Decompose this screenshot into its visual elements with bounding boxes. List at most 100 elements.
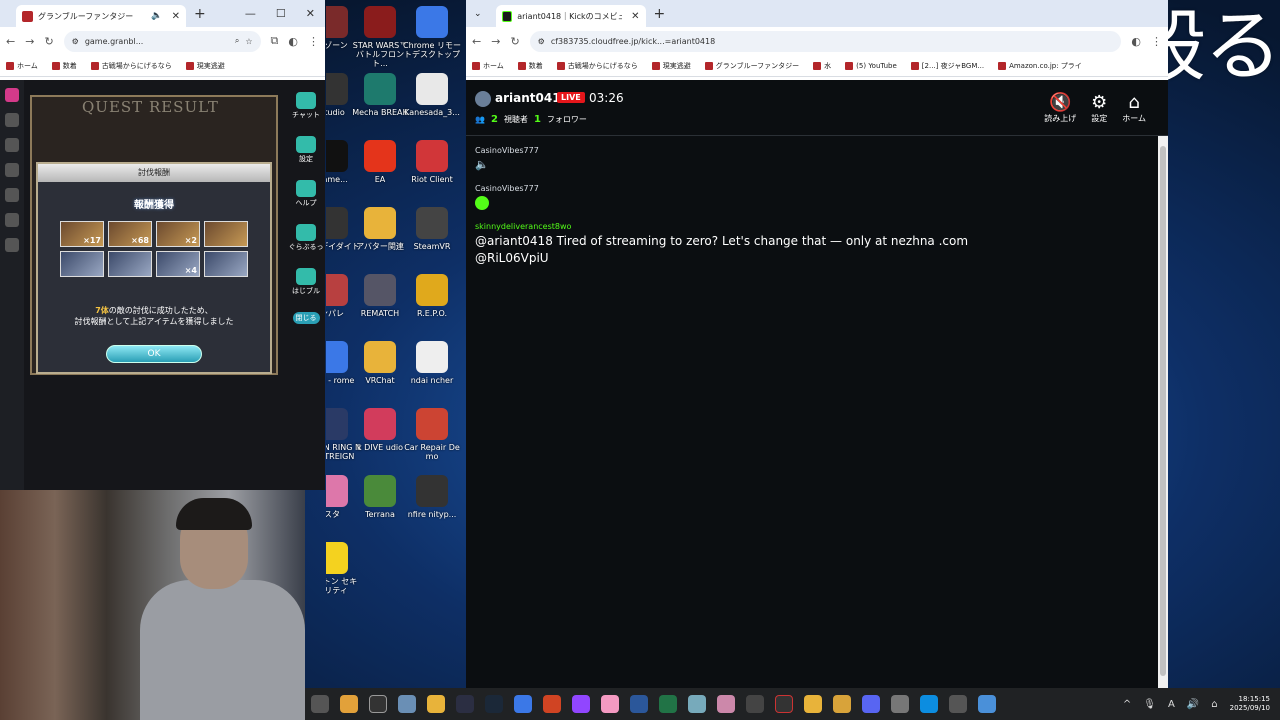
network-icon[interactable]: ⌂	[1211, 699, 1217, 710]
chat-username[interactable]: CasinoVibes777	[475, 184, 1155, 193]
chrome-icon[interactable]	[514, 695, 532, 713]
profile-icon[interactable]: ◐	[288, 35, 298, 48]
reward-item[interactable]	[108, 251, 152, 277]
tts-button[interactable]: 🔇 読み上げ	[1044, 91, 1076, 124]
reward-item[interactable]: ×4	[156, 251, 200, 277]
bookmark-item[interactable]: ホーム	[472, 61, 504, 71]
kick-back-icon[interactable]: ←	[472, 35, 481, 48]
game-menu-item[interactable]: チャット	[292, 92, 320, 120]
lips-icon[interactable]	[601, 695, 619, 713]
desktop-icon[interactable]: nfire nityp...	[404, 475, 460, 519]
bookmark-item[interactable]: 水	[813, 61, 831, 71]
powerpoint-icon[interactable]	[543, 695, 561, 713]
bookmark-item[interactable]: ホーム	[6, 61, 38, 71]
tray-chevron-icon[interactable]: ^	[1123, 699, 1131, 710]
tab-search-icon[interactable]: ⌄	[474, 9, 482, 19]
desktop-icon[interactable]: Mecha BREAK	[352, 73, 408, 117]
play-icon[interactable]	[5, 213, 19, 227]
zoom-icon[interactable]: ⌕	[235, 36, 239, 46]
image-viewer-icon[interactable]	[688, 695, 706, 713]
minimize-button[interactable]: —	[245, 7, 256, 20]
back-icon[interactable]: ←	[6, 35, 15, 48]
kick-more-menu-icon[interactable]: ⋮	[1151, 35, 1162, 48]
kick-new-tab-button[interactable]: +	[654, 6, 666, 22]
tab-kick-comeviewer[interactable]: ariant0418｜Kickのコメビュ ✕	[495, 5, 646, 27]
close-window-button[interactable]: ✕	[306, 7, 315, 20]
reload-icon[interactable]: ↻	[44, 35, 53, 48]
chat-username[interactable]: CasinoVibes777	[475, 146, 1155, 155]
game-menu-item[interactable]: ヘルプ	[296, 180, 317, 208]
kick-address-bar[interactable]: ⚙ cf383735.cloudfree.jp/kick...=ariant04…	[529, 30, 1122, 52]
tab-granblue[interactable]: グランブルーファンタジー 🔈 ✕	[16, 5, 186, 27]
7zip-icon[interactable]	[369, 695, 387, 713]
excel-icon[interactable]	[659, 695, 677, 713]
ime-indicator[interactable]: A	[1168, 699, 1175, 710]
mic-icon[interactable]: 🎙	[1143, 699, 1156, 710]
kick-site-info-icon[interactable]: ⚙	[538, 37, 545, 46]
desktop-icon[interactable]: SteamVR	[404, 207, 460, 251]
kick-forward-icon[interactable]: →	[491, 35, 500, 48]
bookmark-item[interactable]: [2...] 夜ジャBGM...	[910, 61, 984, 71]
bookmark-item[interactable]: 数着	[51, 61, 77, 71]
game-menu-item[interactable]: ぐらぶるっ	[289, 224, 324, 252]
clock[interactable]: 18:15:15 2025/09/10	[1230, 695, 1270, 713]
menu-icon[interactable]	[5, 113, 19, 127]
edit-icon[interactable]	[5, 163, 19, 177]
copilot-icon[interactable]	[340, 695, 358, 713]
video-icon[interactable]	[5, 188, 19, 202]
edge-icon[interactable]	[920, 695, 938, 713]
desktop-icon[interactable]: VRChat	[352, 341, 408, 385]
more-menu-icon[interactable]: ⋮	[308, 35, 319, 48]
vr-icon[interactable]	[949, 695, 967, 713]
settings-icon[interactable]	[891, 695, 909, 713]
desktop-icon[interactable]: Chrome リモートデスクトップ	[403, 6, 461, 59]
word-icon[interactable]	[630, 695, 648, 713]
paint-icon[interactable]	[717, 695, 735, 713]
close-tab-icon[interactable]: ✕	[172, 11, 180, 22]
desktop-icon[interactable]: REMATCH	[352, 274, 408, 318]
bookmark-star-icon[interactable]: ☆	[245, 37, 252, 46]
forward-icon[interactable]: →	[25, 35, 34, 48]
volume-icon[interactable]: 🔊	[1187, 699, 1199, 710]
desktop-icon[interactable]: Riot Client	[404, 140, 460, 184]
maximize-button[interactable]: ☐	[276, 7, 286, 20]
scrollbar-thumb[interactable]	[1160, 146, 1166, 676]
task-view-icon[interactable]	[311, 695, 329, 713]
ok-button[interactable]: OK	[106, 345, 202, 363]
reward-item[interactable]: ×2	[156, 221, 200, 247]
bookmark-item[interactable]: 現実逃避	[185, 61, 225, 71]
game-menu-item[interactable]: はじブル	[292, 268, 320, 296]
desktop-icon[interactable]: Car Repair Demo	[404, 408, 460, 461]
obs-icon[interactable]	[775, 695, 793, 713]
folder-2-icon[interactable]	[833, 695, 851, 713]
desktop-icon[interactable]: R.E.P.O.	[404, 274, 460, 318]
reward-item[interactable]	[204, 251, 248, 277]
new-tab-button[interactable]: +	[194, 6, 206, 22]
desktop-icon[interactable]: ノートン セキュリティ	[326, 542, 360, 595]
address-bar[interactable]: ⚙ game.granbl... ⌕ ☆	[63, 30, 261, 52]
steam-icon[interactable]	[485, 695, 503, 713]
desktop-icon[interactable]: Kanesada_3...	[404, 73, 460, 117]
reward-item[interactable]	[60, 251, 104, 277]
folder-icon[interactable]	[804, 695, 822, 713]
app-2-icon[interactable]	[978, 695, 996, 713]
settings-button[interactable]: ⚙ 設定	[1088, 91, 1110, 124]
desktop-icon[interactable]: Terrana	[352, 475, 408, 519]
bookmark-item[interactable]: グランブルーファンタジー	[704, 61, 799, 71]
discord-icon[interactable]	[862, 695, 880, 713]
kick-profile-icon[interactable]: ◐	[1131, 35, 1141, 48]
desktop-icon[interactable]: k DIVE udio	[352, 408, 408, 452]
game-menu-item[interactable]: 閉じる	[292, 312, 320, 324]
extensions-icon[interactable]: ⧉	[271, 34, 279, 48]
desktop-icon[interactable]: STAR WARS™ バトルフロント...	[352, 6, 408, 68]
shop-icon[interactable]	[5, 88, 19, 102]
bookmark-item[interactable]: 古戦場からにげるなら	[556, 61, 638, 71]
reward-item[interactable]: ×68	[108, 221, 152, 247]
point-shop-icon[interactable]	[5, 138, 19, 152]
home-button[interactable]: ⌂ ホーム	[1122, 91, 1146, 124]
game-menu-item[interactable]: 設定	[296, 136, 316, 164]
desktop-icon[interactable]: アバター関連	[352, 207, 408, 251]
close-kick-tab-icon[interactable]: ✕	[631, 11, 639, 22]
bookmark-item[interactable]: (5) YouTube	[845, 61, 897, 70]
bookmark-item[interactable]: 現実逃避	[651, 61, 691, 71]
